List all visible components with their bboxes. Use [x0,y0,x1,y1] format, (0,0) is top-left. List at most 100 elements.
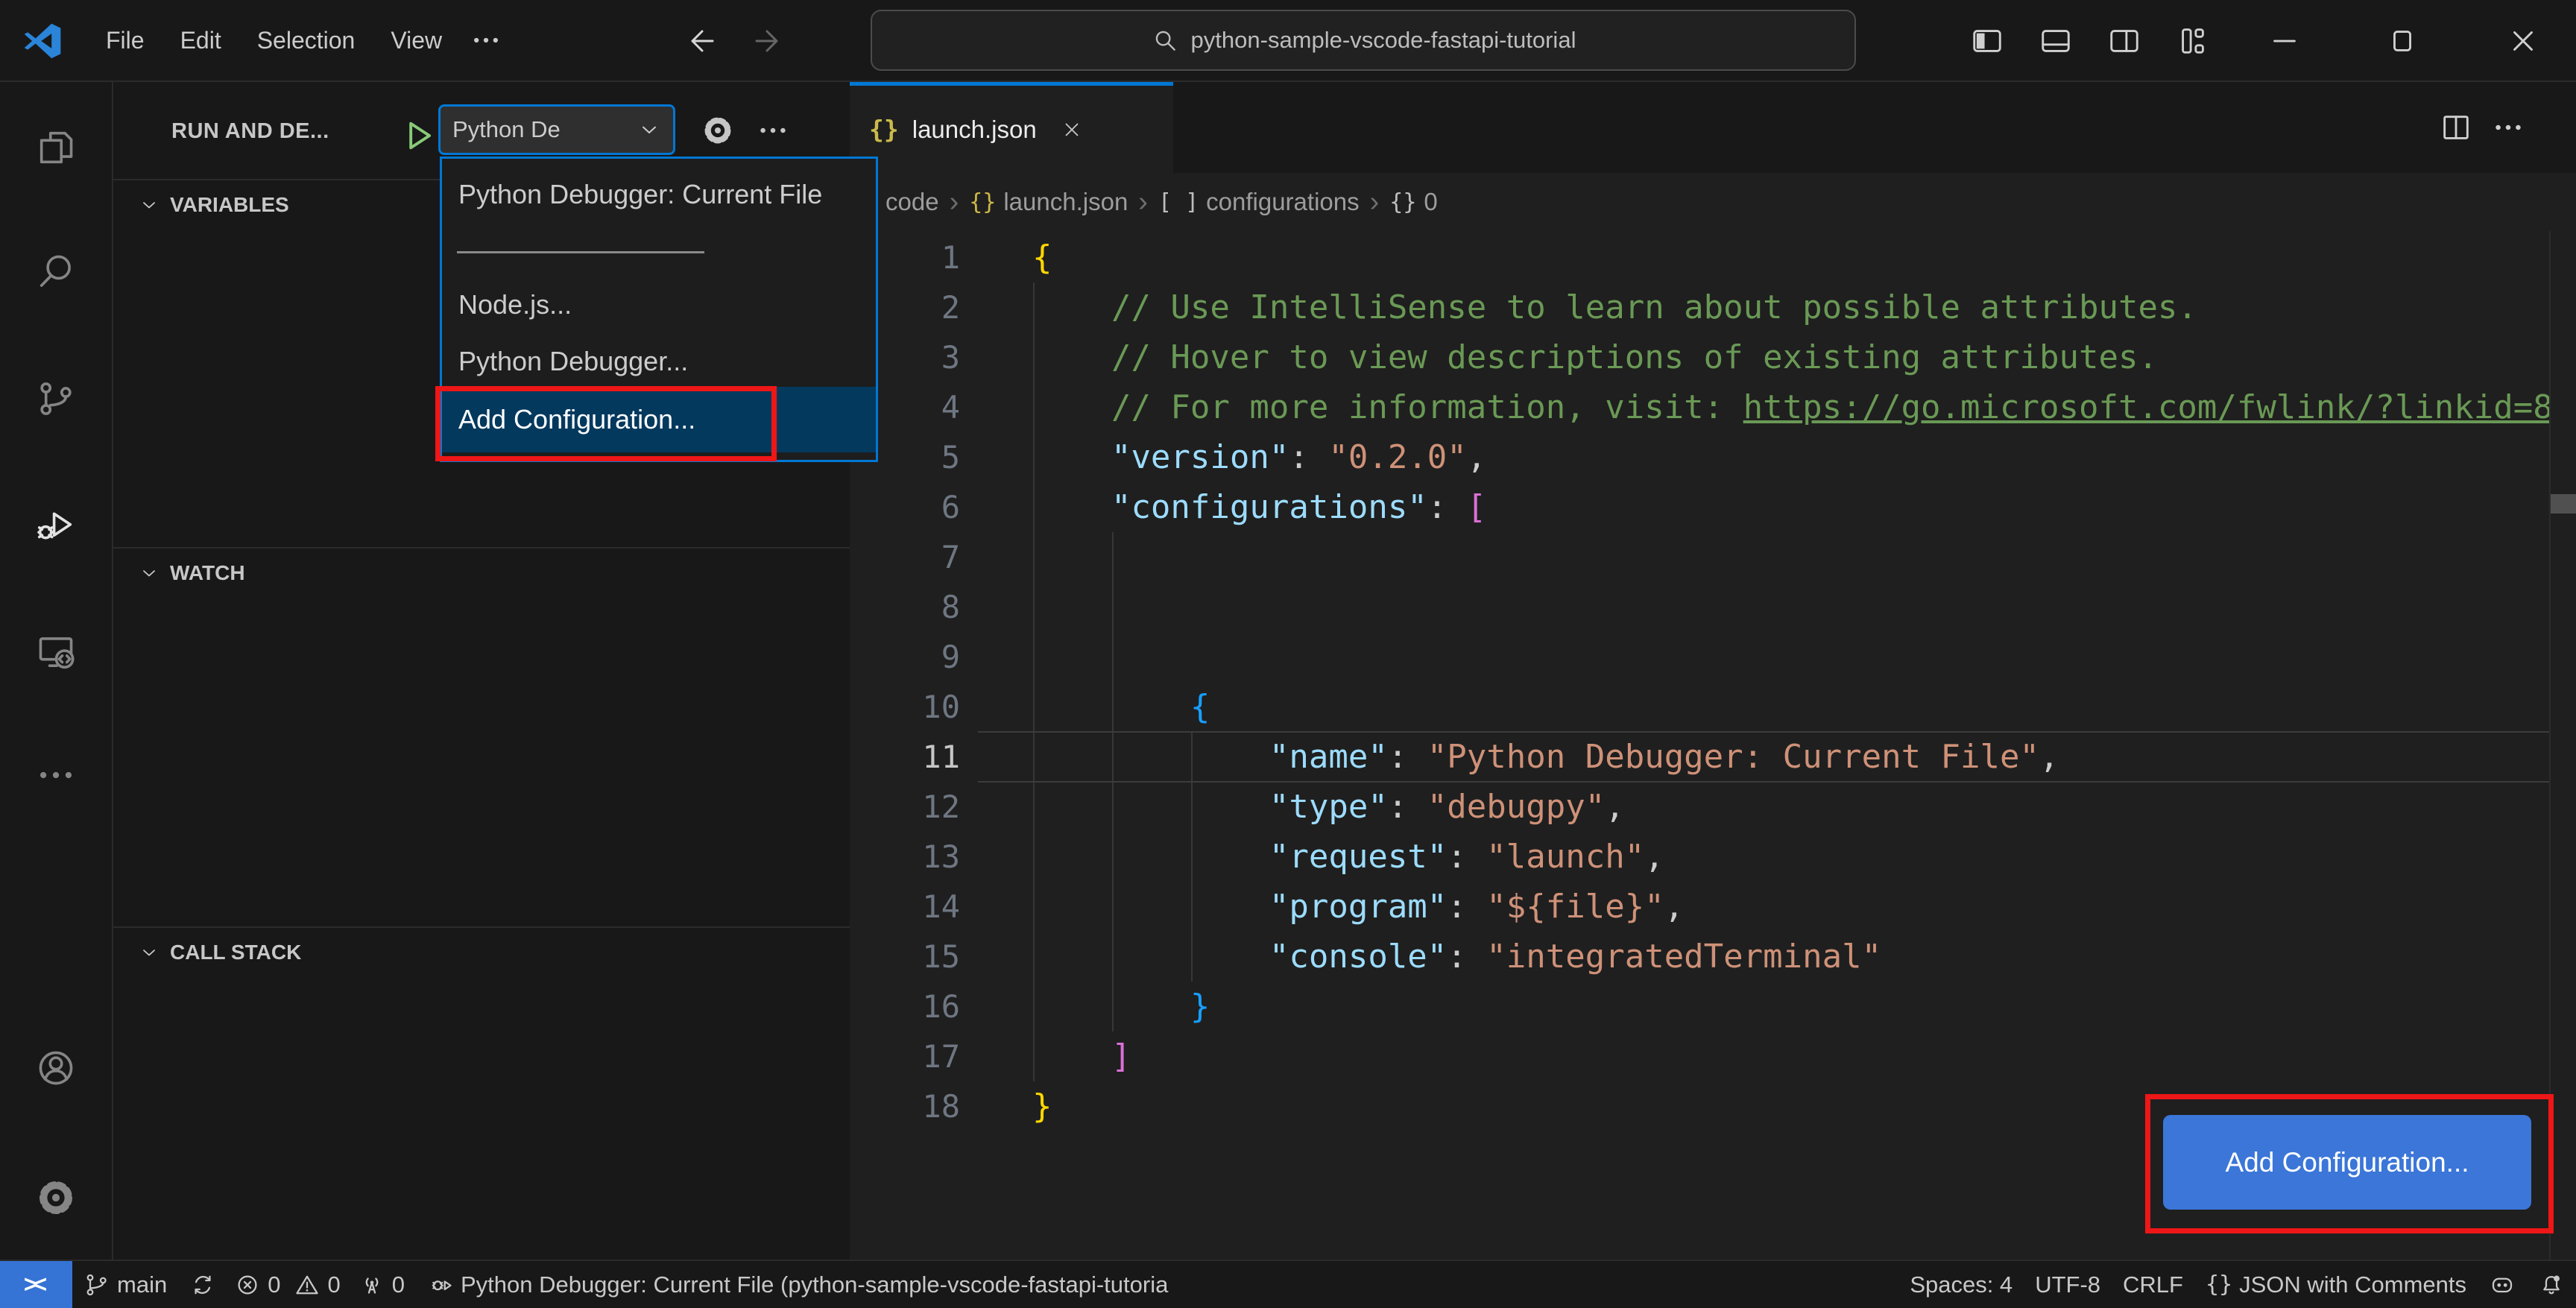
maximize-button[interactable] [2385,24,2419,58]
menu-edit[interactable]: Edit [162,27,239,54]
line-number: 16 [922,988,960,1025]
status-language-mode[interactable]: {} JSON with Comments [2194,1261,2478,1308]
breadcrumb-item-code[interactable]: code [886,188,939,216]
code-line-17[interactable]: ] [1032,1031,1131,1081]
go-forward-icon[interactable] [751,23,787,59]
status-errors[interactable]: 0 [227,1261,287,1308]
code-token: "launch" [1486,838,1645,876]
activity-source-control[interactable] [0,358,112,440]
minimize-button[interactable] [2267,24,2302,58]
code-token: "type" [1269,788,1388,826]
activity-accounts[interactable] [0,1027,112,1109]
code-line-6[interactable]: "configurations": [ [1032,482,1486,532]
views-more-icon[interactable] [756,113,790,148]
code-token: { [1032,238,1052,277]
section-call-stack[interactable]: CALL STACK [113,926,850,977]
ellipsis-icon [470,24,502,57]
line-number: 15 [922,938,960,975]
code-line-2[interactable]: // Use IntelliSense to learn about possi… [1032,282,2197,332]
split-editor-icon[interactable] [2439,110,2473,145]
code-line-10[interactable]: { [1032,682,1210,732]
breadcrumb-item-configurations[interactable]: [ ] configurations [1158,188,1360,216]
toggle-secondary-sidebar-icon[interactable] [2107,24,2141,58]
status-indentation[interactable]: Spaces: 4 [1898,1261,2024,1308]
customize-layout-icon[interactable] [2176,24,2210,58]
sync-icon [189,1271,216,1298]
code-token: : [1387,788,1427,826]
status-notifications[interactable] [2527,1261,2576,1308]
breadcrumb-item-launch.json[interactable]: {} launch.json [969,188,1128,216]
debug-config-select[interactable]: Python De [438,104,675,155]
section-watch[interactable]: WATCH [113,547,850,598]
code-token: // For more information, visit: [1111,388,1743,426]
status-eol[interactable]: CRLF [2112,1261,2194,1308]
code-line-16[interactable]: } [1032,982,1210,1031]
status-sync[interactable] [178,1261,227,1308]
activity-settings[interactable] [0,1157,112,1239]
code-token: "configurations" [1111,488,1427,526]
error-icon [234,1271,261,1298]
breadcrumb: code ›{} launch.json ›[ ] configurations ›{} 0 [850,173,2576,231]
code-line-13[interactable]: "request": "launch", [1032,832,1664,882]
status-git-branch[interactable]: main [72,1261,178,1308]
menu-more[interactable] [460,0,512,80]
code-line-18[interactable]: } [1032,1081,1052,1131]
dropdown-item-python-debugger[interactable]: Python Debugger... [442,335,876,388]
activity-more[interactable] [0,734,112,816]
code-line-5[interactable]: "version": "0.2.0", [1032,432,1486,482]
activity-remote-explorer[interactable] [0,611,112,693]
code-line-11[interactable]: "name": "Python Debugger: Current File", [1032,732,2059,782]
code-link[interactable]: https://go.microsoft.com/fwlink/?linkid=… [1743,388,2549,426]
menu-view[interactable]: View [373,27,460,54]
sidebar-title: RUN AND DE... [171,119,329,143]
status-remote-indicator[interactable]: >< [0,1261,72,1308]
editor-more-actions-icon[interactable] [2491,110,2525,145]
close-button[interactable] [2506,24,2540,58]
status-copilot[interactable] [2478,1261,2527,1308]
go-back-icon[interactable] [682,23,718,59]
status-label: CRLF [2123,1271,2183,1298]
scrollbar-thumb[interactable] [2551,494,2576,514]
status-label: 0 [268,1271,281,1298]
activity-run-and-debug[interactable] [0,484,112,566]
line-number: 12 [922,789,960,825]
code-token: , [1664,888,1685,926]
menu-selection[interactable]: Selection [239,27,373,54]
status-left: >< main 0 0 0 Python Debugger: Current File (… [0,1261,1179,1308]
close-tab-icon[interactable] [1061,119,1083,141]
code-token: "0.2.0" [1328,438,1467,476]
code-token: "name" [1269,738,1388,776]
code-token: // Hover to view descriptions of existin… [1111,338,2158,376]
status-debug-status[interactable]: Python Debugger: Current File (python-sa… [416,1261,1179,1308]
breadcrumb-item-0[interactable]: {} 0 [1389,188,1437,216]
activity-search[interactable] [0,231,112,313]
menu-file[interactable]: File [88,27,162,54]
vscode-logo-icon [21,19,64,63]
dropdown-item-python-debugger-current-file[interactable]: Python Debugger: Current File [442,168,876,221]
section-label: WATCH [170,561,245,584]
code-token: "integratedTerminal" [1486,938,1882,976]
configure-gear-icon[interactable] [701,113,735,148]
status-right: Spaces: 4 UTF-8 CRLF {} JSON with Comments [1898,1261,2576,1308]
status-warnings[interactable]: 0 [287,1261,347,1308]
ports-icon [359,1271,385,1298]
code-line-14[interactable]: "program": "${file}", [1032,882,1684,932]
code-line-15[interactable]: "console": "integratedTerminal" [1032,932,1881,982]
tab-launch-json[interactable]: {} launch.json [850,82,1173,173]
code-line-3[interactable]: // Hover to view descriptions of existin… [1032,332,2158,382]
status-ports[interactable]: 0 [347,1261,416,1308]
code-token: ] [1111,1037,1131,1075]
chevron-down-icon [637,118,661,142]
code-line-12[interactable]: "type": "debugpy", [1032,782,1625,832]
code-line-1[interactable]: { [1032,233,1052,282]
status-encoding[interactable]: UTF-8 [2024,1261,2112,1308]
activity-explorer[interactable] [0,107,112,189]
start-debugging-icon[interactable] [400,112,438,159]
toggle-sidebar-icon[interactable] [1970,24,2004,58]
command-center-search[interactable]: python-sample-vscode-fastapi-tutorial [871,10,1856,71]
code-line-4[interactable]: // For more information, visit: https://… [1032,382,2549,432]
git-branch-icon [83,1271,110,1298]
toggle-panel-icon[interactable] [2039,24,2073,58]
dropdown-item-node-js[interactable]: Node.js... [442,278,876,332]
code-token: "console" [1269,938,1448,976]
